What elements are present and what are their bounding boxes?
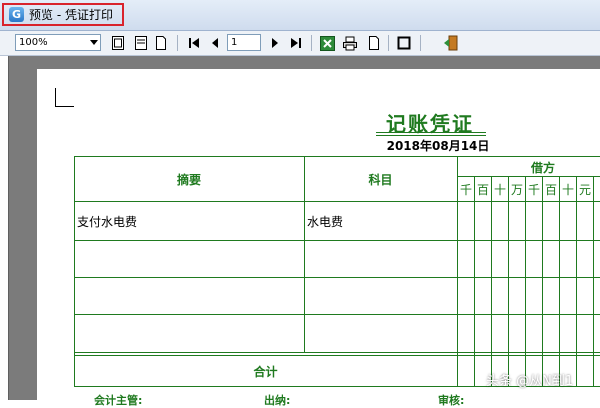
- digit-header: 百: [544, 183, 557, 197]
- toolbar-separator: [420, 35, 421, 51]
- exit-door-icon: [444, 35, 458, 51]
- digit-header: 百: [476, 183, 489, 197]
- page-number-value: 1: [231, 37, 238, 48]
- toolbar-separator: [311, 35, 312, 51]
- table-line: [525, 176, 526, 386]
- page-setup-icon: [369, 36, 379, 50]
- next-page-icon: [272, 38, 278, 48]
- table-line: [542, 176, 543, 386]
- print-button[interactable]: [342, 35, 358, 51]
- previous-page-button[interactable]: [207, 35, 223, 51]
- digit-header: 十: [561, 183, 574, 197]
- table-line: [74, 314, 600, 315]
- fullscreen-button[interactable]: [396, 35, 412, 51]
- supervisor-label: 会计主管:: [94, 394, 143, 407]
- reviewer-label: 审核:: [438, 394, 465, 407]
- zoom-value: 100%: [19, 37, 48, 48]
- table-line: [559, 176, 560, 386]
- page-width-icon: [135, 36, 147, 50]
- digit-header: 万: [510, 183, 523, 197]
- table-line: [593, 176, 594, 386]
- page-number-input[interactable]: 1: [227, 34, 261, 51]
- window-title: 预览 - 凭证打印: [29, 8, 113, 22]
- table-line: [474, 176, 475, 386]
- app-icon: G: [9, 7, 24, 22]
- summary-header: 摘要: [176, 173, 201, 187]
- chevron-down-icon: [90, 40, 98, 45]
- voucher-date: 2018年08月14日: [386, 139, 490, 153]
- crop-mark: [55, 88, 74, 107]
- table-line: [74, 355, 600, 356]
- previous-page-icon: [212, 38, 218, 48]
- page-width-button[interactable]: [133, 35, 149, 51]
- last-page-icon: [291, 38, 301, 48]
- page-setup-button[interactable]: [366, 35, 382, 51]
- table-line: [457, 176, 600, 177]
- window-title-highlight: G 预览 - 凭证打印: [2, 3, 124, 26]
- total-label: 合计: [253, 365, 278, 379]
- summary-cell: 支付水电费: [77, 215, 138, 229]
- digit-header: 千: [527, 183, 540, 197]
- next-page-button[interactable]: [267, 35, 283, 51]
- last-page-button[interactable]: [288, 35, 304, 51]
- excel-icon: [319, 35, 335, 51]
- toolbar: 100% 1: [0, 31, 600, 56]
- fullscreen-icon: [397, 36, 411, 50]
- toolbar-separator: [177, 35, 178, 51]
- table-line: [491, 176, 492, 386]
- whole-page-icon: [112, 36, 124, 50]
- toolbar-separator: [388, 35, 389, 51]
- title-underline: [376, 132, 486, 133]
- preview-page: [37, 69, 600, 400]
- first-page-button[interactable]: [186, 35, 202, 51]
- exit-button[interactable]: [443, 35, 459, 51]
- zoom-select[interactable]: 100%: [15, 34, 101, 51]
- table-line: [74, 156, 600, 157]
- title-underline: [376, 135, 486, 136]
- page-icon: [156, 36, 166, 50]
- digit-header: 元: [578, 183, 591, 197]
- table-line: [508, 176, 509, 386]
- title-bar: G 预览 - 凭证打印: [0, 0, 600, 31]
- export-excel-button[interactable]: [319, 35, 335, 51]
- table-line: [74, 240, 600, 241]
- cashier-label: 出纳:: [264, 394, 291, 407]
- whole-page-button[interactable]: [110, 35, 126, 51]
- digit-header: 千: [459, 183, 472, 197]
- watermark: 头条 @从N到1: [486, 374, 574, 389]
- table-line: [74, 156, 75, 386]
- actual-size-button[interactable]: [153, 35, 169, 51]
- account-header: 科目: [368, 173, 393, 187]
- digit-header: 十: [493, 183, 506, 197]
- table-line: [576, 176, 577, 386]
- account-cell: 水电费: [307, 215, 344, 229]
- debit-header: 借方: [530, 161, 555, 175]
- table-line: [74, 352, 600, 353]
- printer-icon: [343, 36, 357, 50]
- table-line: [74, 201, 600, 202]
- table-line: [74, 277, 600, 278]
- first-page-icon: [189, 38, 199, 48]
